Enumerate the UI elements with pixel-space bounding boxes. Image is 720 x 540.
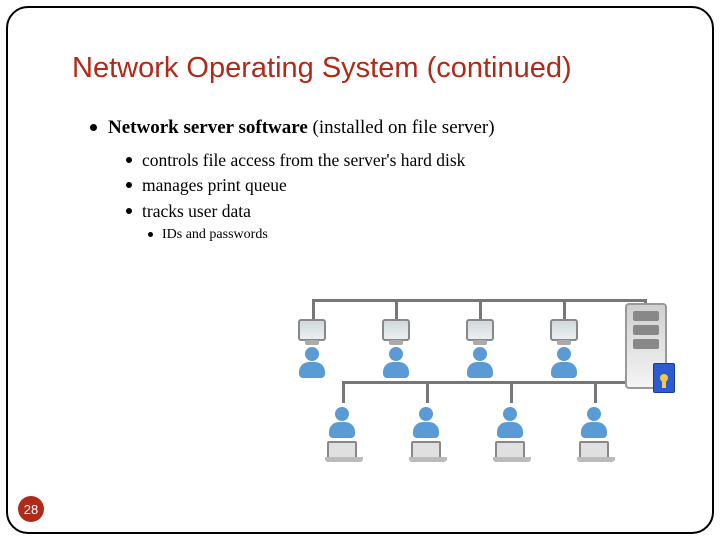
- person-icon: [297, 347, 327, 377]
- content-area: Network server software (installed on fi…: [90, 115, 670, 244]
- person-icon: [495, 407, 525, 437]
- drop-line: [342, 383, 345, 403]
- monitor-icon: [466, 319, 494, 341]
- person-icon: [411, 407, 441, 437]
- laptop-icon: [579, 441, 609, 459]
- laptop-icon: [411, 441, 441, 459]
- person-icon: [327, 407, 357, 437]
- workstation-node: [286, 319, 338, 377]
- person-icon: [549, 347, 579, 377]
- workstation-node: [538, 319, 590, 377]
- monitor-icon: [550, 319, 578, 341]
- bus-line-top: [312, 299, 644, 302]
- keyhole-icon: [660, 374, 668, 382]
- bullet-sub-0: controls file access from the server's h…: [126, 149, 670, 173]
- drop-line: [479, 299, 482, 321]
- monitor-icon: [382, 319, 410, 341]
- drop-line: [510, 383, 513, 403]
- bullet-sub-1: manages print queue: [126, 174, 670, 198]
- bullet-sub-2: tracks user data: [126, 200, 670, 224]
- person-icon: [465, 347, 495, 377]
- bullet-sub-group: controls file access from the server's h…: [126, 149, 670, 245]
- person-icon: [381, 347, 411, 377]
- bullet-main: Network server software (installed on fi…: [90, 115, 670, 141]
- workstation-node: [370, 319, 422, 377]
- slide-title: Network Operating System (continued): [72, 52, 680, 85]
- laptop-icon: [327, 441, 357, 459]
- laptop-icon: [495, 441, 525, 459]
- drop-line: [594, 383, 597, 403]
- drop-line: [563, 299, 566, 321]
- lock-badge-icon: [653, 363, 675, 393]
- bullet-subsub-0: IDs and passwords: [148, 226, 670, 245]
- workstation-node: [454, 319, 506, 377]
- drop-line: [312, 299, 315, 321]
- laptop-node: [316, 401, 368, 459]
- person-icon: [579, 407, 609, 437]
- bullet-subsub-group: IDs and passwords: [148, 226, 670, 245]
- bullet-main-rest: (installed on file server): [308, 117, 495, 138]
- laptop-node: [484, 401, 536, 459]
- bus-line-bottom: [342, 381, 664, 384]
- drop-line: [395, 299, 398, 321]
- laptop-node: [400, 401, 452, 459]
- laptop-node: [568, 401, 620, 459]
- page-number-badge: 28: [18, 496, 44, 522]
- network-diagram: [230, 285, 680, 485]
- drop-line: [426, 383, 429, 403]
- server-icon: [625, 303, 667, 389]
- monitor-icon: [298, 319, 326, 341]
- bullet-main-bold: Network server software: [108, 117, 308, 138]
